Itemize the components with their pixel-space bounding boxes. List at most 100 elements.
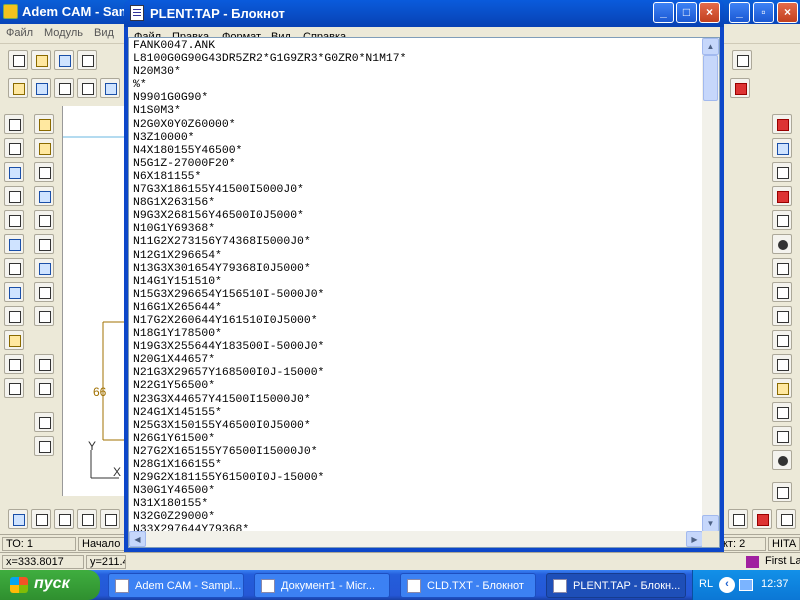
notepad-maximize-button[interactable]: □ [676, 2, 697, 23]
scroll-left-icon[interactable]: ◀ [129, 531, 146, 547]
close-button[interactable]: × [777, 2, 798, 23]
tool-icon[interactable] [4, 378, 24, 398]
tool-icon[interactable] [772, 306, 792, 326]
text-line: N20G1X44657* [133, 354, 216, 367]
tool-icon[interactable] [77, 78, 97, 98]
tool-icon[interactable] [728, 509, 748, 529]
tool-icon[interactable] [34, 378, 54, 398]
tool-icon[interactable] [34, 186, 54, 206]
tool-icon[interactable] [772, 402, 792, 422]
tool-icon[interactable] [8, 78, 28, 98]
tool-icon[interactable] [772, 426, 792, 446]
text-line: N8G1X263156* [133, 197, 216, 210]
scroll-thumb[interactable] [703, 55, 718, 101]
tool-icon[interactable] [4, 186, 24, 206]
tool-icon[interactable] [34, 114, 54, 134]
tool-icon[interactable] [772, 186, 792, 206]
tool-icon[interactable] [54, 509, 74, 529]
vertical-scrollbar[interactable]: ▲ ▼ [702, 38, 719, 532]
tool-icon[interactable] [772, 482, 792, 502]
restore-button[interactable]: ▫ [753, 2, 774, 23]
tool-icon[interactable] [730, 78, 750, 98]
tool-icon[interactable] [34, 162, 54, 182]
tool-icon[interactable] [34, 234, 54, 254]
menu-view[interactable]: Вид [94, 27, 114, 39]
tool-icon[interactable] [34, 306, 54, 326]
tool-icon[interactable] [4, 354, 24, 374]
save-icon[interactable] [54, 50, 74, 70]
tool-icon[interactable] [31, 78, 51, 98]
text-line: N14G1Y151510* [133, 275, 222, 288]
tool-icon[interactable] [8, 509, 28, 529]
tool-icon[interactable] [100, 509, 120, 529]
tool-icon[interactable] [772, 138, 792, 158]
tool-icon[interactable] [4, 282, 24, 302]
tool-icon[interactable] [772, 234, 792, 254]
scroll-right-icon[interactable]: ▶ [686, 531, 703, 547]
start-button[interactable]: пуск [0, 570, 100, 600]
new-icon[interactable] [8, 50, 28, 70]
horizontal-scrollbar[interactable]: ◀ ▶ [129, 531, 703, 547]
tool-icon[interactable] [4, 258, 24, 278]
print-icon[interactable] [77, 50, 97, 70]
tool-icon[interactable] [34, 412, 54, 432]
menu-module[interactable]: Модуль [44, 27, 83, 39]
tool-icon[interactable] [34, 138, 54, 158]
text-line: N29G2X181155Y61500I0J-15000* [133, 472, 325, 485]
status-x-coord: x=333.8017 [2, 555, 84, 569]
tool-icon[interactable] [772, 162, 792, 182]
tool-icon[interactable] [77, 509, 97, 529]
drawing-svg [63, 136, 127, 479]
notepad-close-button[interactable]: × [699, 2, 720, 23]
task-button-plent[interactable]: PLENT.TAP - Блокн... [546, 573, 686, 598]
tool-icon[interactable] [34, 282, 54, 302]
tool-icon[interactable] [752, 509, 772, 529]
tool-icon[interactable] [4, 114, 24, 134]
tool-icon[interactable] [772, 282, 792, 302]
network-icon[interactable] [739, 579, 753, 591]
tool-icon[interactable] [4, 162, 24, 182]
tool-icon[interactable] [772, 354, 792, 374]
tool-icon[interactable] [772, 378, 792, 398]
tool-icon[interactable] [31, 509, 51, 529]
tool-icon[interactable] [34, 354, 54, 374]
tool-icon[interactable] [34, 436, 54, 456]
left-toolbar-lower [32, 406, 62, 466]
tool-icon[interactable] [34, 258, 54, 278]
tool-icon[interactable] [100, 78, 120, 98]
task-button-adem-cam[interactable]: Adem CAM - Sampl... [108, 573, 244, 598]
notepad-content[interactable]: FANK0047.ANK L8100G0G90G43DR5ZR2*G1G9ZR3*… [133, 40, 701, 532]
tool-icon[interactable] [4, 210, 24, 230]
open-icon[interactable] [31, 50, 51, 70]
notepad-minimize-button[interactable]: _ [653, 2, 674, 23]
tool-icon[interactable] [34, 210, 54, 230]
language-indicator[interactable]: RL [699, 578, 713, 590]
tool-icon[interactable] [776, 509, 796, 529]
tray-arrow-icon[interactable]: ‹ [719, 577, 735, 593]
tool-icon[interactable] [772, 114, 792, 134]
tool-icon[interactable] [772, 210, 792, 230]
tool-icon[interactable] [772, 450, 792, 470]
menu-file[interactable]: Файл [6, 27, 33, 39]
minimize-button[interactable]: _ [729, 2, 750, 23]
tool-icon[interactable] [4, 330, 24, 350]
tool-icon[interactable] [4, 234, 24, 254]
scroll-down-icon[interactable]: ▼ [702, 515, 719, 532]
status-to: ТО: 1 [2, 537, 76, 551]
resize-grip-icon[interactable] [702, 531, 719, 547]
tool-icon[interactable] [772, 330, 792, 350]
notepad-text-area[interactable]: FANK0047.ANK L8100G0G90G43DR5ZR2*G1G9ZR3*… [128, 37, 720, 548]
notepad-titlebar[interactable]: PLENT.TAP - Блокнот _ □ × [124, 0, 724, 27]
task-label: Документ1 - Micr... [281, 580, 376, 592]
task-button-word[interactable]: Документ1 - Micr... [254, 573, 390, 598]
task-button-cld[interactable]: CLD.TXT - Блокнот [400, 573, 536, 598]
scroll-up-icon[interactable]: ▲ [702, 38, 719, 55]
drawing-canvas[interactable]: 66 Y X [62, 106, 127, 496]
text-line: N24G1X145155* [133, 406, 222, 419]
tool-icon[interactable] [54, 78, 74, 98]
tool-icon[interactable] [4, 306, 24, 326]
tool-icon[interactable] [4, 138, 24, 158]
tool-icon[interactable] [732, 50, 752, 70]
tool-icon[interactable] [772, 258, 792, 278]
axis-x-label: X [113, 465, 122, 479]
